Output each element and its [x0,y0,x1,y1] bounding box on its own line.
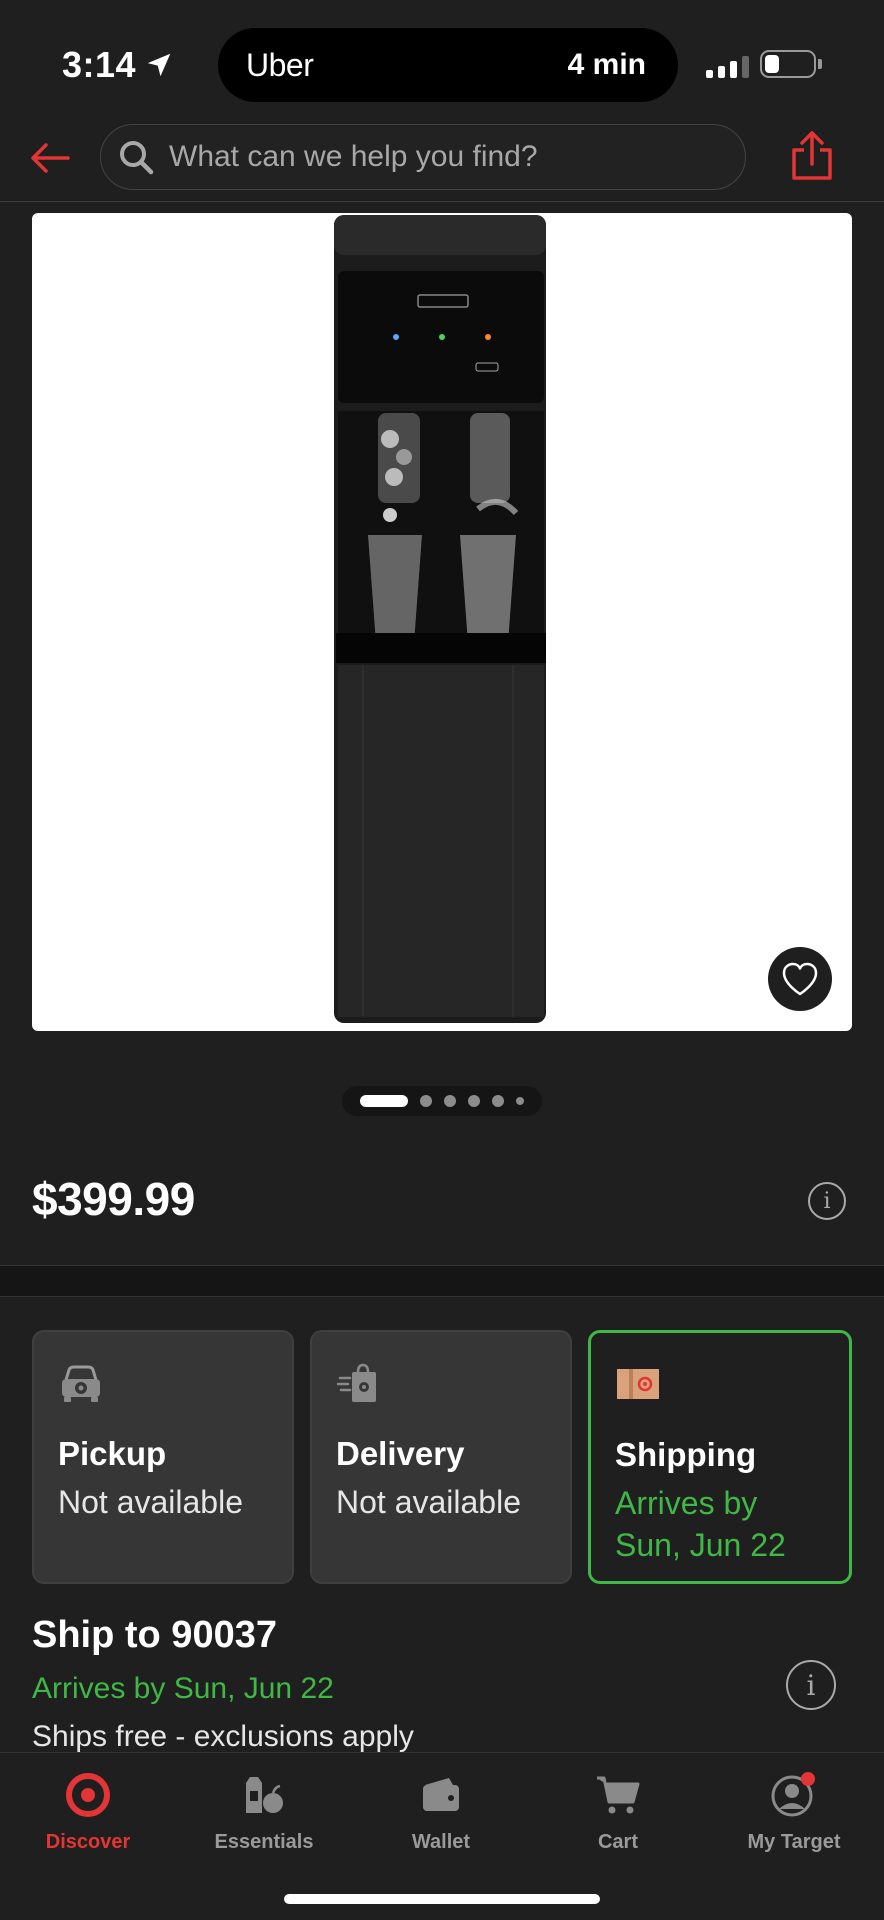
tab-label: Discover [45,1831,131,1853]
fulfillment-title: Shipping [615,1436,757,1473]
favorite-heart-button[interactable] [768,947,832,1011]
top-navigation: What can we help you find? [0,120,884,202]
image-pager[interactable] [342,1086,542,1116]
shipping-box-icon [617,1369,659,1399]
back-arrow-icon[interactable] [26,134,74,182]
fulfillment-status: Not available [58,1484,243,1520]
fulfillment-card-delivery[interactable]: Delivery Not available [310,1330,572,1584]
section-divider [0,1265,884,1297]
search-placeholder: What can we help you find? [169,140,538,173]
profile-avatar-icon [766,1767,822,1823]
ship-to-heading[interactable]: Ship to 90037 [32,1614,277,1657]
tab-label: Cart [597,1831,638,1853]
pager-dot[interactable] [516,1097,524,1105]
pager-dot-active[interactable] [360,1095,408,1107]
status-bar: 3:14 Uber 4 min [0,0,884,120]
tab-discover[interactable]: Discover [8,1767,168,1854]
fulfillment-card-shipping[interactable]: Shipping Arrives by Sun, Jun 22 [588,1330,852,1584]
heart-icon [782,962,818,996]
tab-wallet[interactable]: Wallet [361,1767,521,1854]
live-activity-app: Uber [246,46,314,83]
shipping-info-icon[interactable]: i [786,1660,836,1710]
pager-dot[interactable] [444,1095,456,1107]
pager-dot[interactable] [468,1095,480,1107]
live-activity-eta: 4 min [567,48,646,81]
cellular-signal-icon [706,56,749,78]
time-text: 3:14 [62,44,137,85]
fulfillment-options: Pickup Not available Delivery Not availa… [32,1330,852,1584]
battery-icon [760,50,816,78]
pager-dot[interactable] [420,1095,432,1107]
essentials-grocery-icon [236,1767,292,1823]
product-price: $399.99 [32,1173,195,1225]
status-time: 3:14 [62,44,174,86]
tab-essentials[interactable]: Essentials [184,1767,344,1854]
target-bullseye-icon [60,1767,116,1823]
pager-dot[interactable] [492,1095,504,1107]
tab-label: Wallet [411,1831,471,1853]
product-image[interactable] [32,213,852,1031]
price-info-icon[interactable]: i [808,1182,846,1220]
search-icon [120,141,154,175]
cart-icon [590,1767,646,1823]
fulfillment-status: Not available [336,1484,521,1520]
fulfillment-title: Delivery [336,1435,465,1472]
tab-cart[interactable]: Cart [538,1767,698,1854]
fulfillment-title: Pickup [58,1435,167,1472]
pickup-car-icon [62,1365,100,1402]
tab-my-target[interactable]: My Target [714,1767,874,1854]
fulfillment-card-pickup[interactable]: Pickup Not available [32,1330,294,1584]
battery-cap [818,59,822,69]
shipping-note: Ships free - exclusions apply [32,1720,414,1753]
fulfillment-status: Arrives by Sun, Jun 22 [615,1485,786,1563]
water-dispenser-image [334,215,546,1023]
search-bar[interactable]: What can we help you find? [100,124,746,190]
tab-label: Essentials [214,1831,314,1853]
share-icon[interactable] [788,130,836,182]
home-indicator[interactable] [284,1894,600,1904]
delivery-bag-icon [336,1363,376,1402]
dynamic-island-live-activity[interactable]: Uber 4 min [218,28,678,102]
ship-arrival-date: Arrives by Sun, Jun 22 [32,1672,334,1705]
wallet-icon [413,1767,469,1823]
tab-label: My Target [747,1831,841,1853]
location-arrow-icon [147,53,171,77]
